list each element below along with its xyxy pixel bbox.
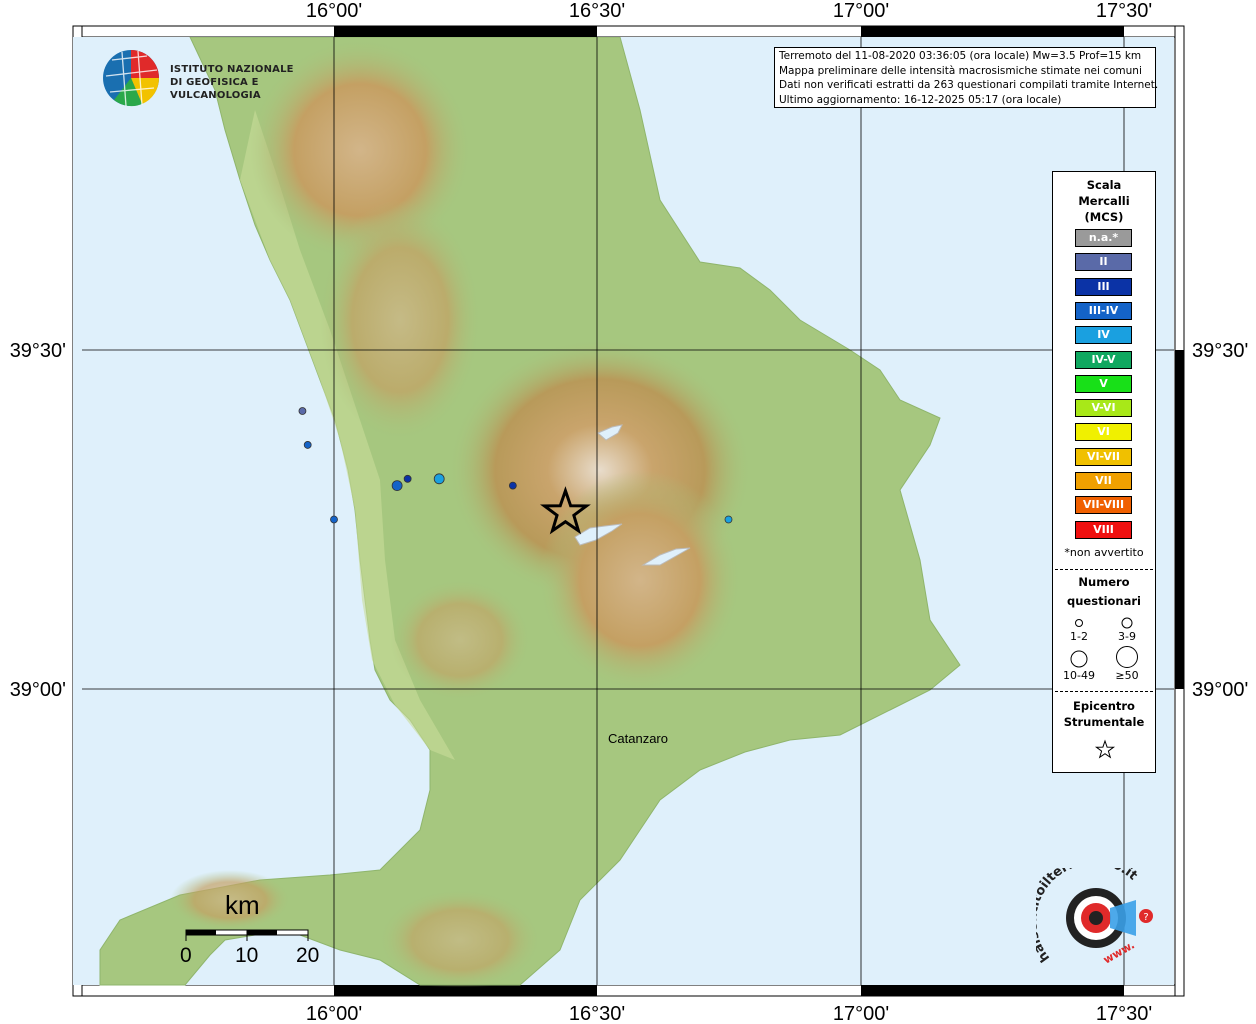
star-icon	[1094, 739, 1116, 759]
size-label-1: 1-2	[1070, 630, 1088, 643]
event-line-1: Terremoto del 11-08-2020 03:36:05 (ora l…	[779, 50, 1142, 62]
intensity-point	[391, 480, 403, 492]
legend-panel: Scala Mercalli (MCS) n.a.* II III III-IV IV I…	[1052, 171, 1156, 773]
globe-icon	[103, 50, 160, 107]
epicentre-title-2: Strumentale	[1063, 715, 1145, 729]
ingv-logo: ISTITUTO NAZIONALE DI GEOFISICA E VULCAN…	[102, 48, 332, 108]
intensity-point	[298, 407, 307, 415]
scale-label-0: 0	[180, 944, 192, 967]
intensity-point	[433, 473, 445, 485]
size-label-4: ≥50	[1115, 669, 1139, 682]
tick-bottom-2: 16°30'	[569, 1003, 625, 1024]
tick-top-3: 17°00'	[833, 0, 889, 22]
legend-item-iii-iv: III-IV	[1075, 301, 1132, 320]
event-info-box: Terremoto del 11-08-2020 03:36:05 (ora l…	[774, 47, 1159, 108]
tick-bottom-3: 17°00'	[833, 1003, 889, 1024]
city-label-catanzaro: Catanzaro	[608, 731, 668, 746]
scale-unit: km	[225, 890, 260, 920]
legend-title-3: (MCS)	[1084, 210, 1124, 224]
legend-title-2: Mercalli	[1078, 194, 1130, 208]
legend-item-iv: IV	[1075, 326, 1132, 345]
tick-right-1: 39°30'	[1192, 340, 1248, 362]
intensity-point	[403, 474, 412, 483]
tick-right-2: 39°00'	[1192, 679, 1248, 701]
tick-bottom-1: 16°00'	[306, 1003, 362, 1024]
questionari-title-1: Numero	[1078, 575, 1130, 589]
legend-item-vii: VII	[1075, 472, 1132, 490]
legend-item-v-vi: V-VI	[1075, 399, 1132, 418]
scale-label-10: 10	[235, 944, 259, 967]
intensity-point	[724, 515, 733, 524]
legend-item-vii-viii: VII-VIII	[1075, 496, 1132, 515]
size-label-2: 3-9	[1118, 630, 1136, 643]
legend-item-viii: VIII	[1075, 520, 1132, 539]
legend-item-v: V	[1075, 374, 1132, 393]
tick-top-4: 17°30'	[1096, 0, 1152, 22]
intensity-point	[330, 515, 338, 524]
epicentre-title-1: Epicentro	[1073, 699, 1135, 713]
legend-item-ii: II	[1075, 253, 1132, 272]
legend-item-iii: III	[1075, 277, 1132, 296]
tick-left-1: 39°30'	[10, 340, 66, 362]
legend-note: *non avvertito	[1064, 546, 1144, 559]
legend-title-1: Scala	[1086, 178, 1122, 192]
scale-label-20: 20	[296, 944, 320, 967]
event-line-2: Mappa preliminare delle intensità macros…	[779, 64, 1142, 77]
event-line-4: Ultimo aggiornamento: 16-12-2025 05:17 (…	[779, 93, 1062, 106]
svg-text:?: ?	[1143, 912, 1148, 923]
haisentito-badge: ? haisentitoilterremoto.it www.	[1025, 853, 1156, 978]
legend-item-iv-v: IV-V	[1075, 350, 1132, 369]
tick-top-1: 16°00'	[306, 0, 362, 22]
legend-item-vi: VI	[1075, 423, 1132, 442]
logo-line-1: ISTITUTO NAZIONALE	[170, 64, 294, 75]
size-label-3: 10-49	[1063, 669, 1095, 682]
tick-top-2: 16°30'	[569, 0, 625, 22]
intensity-point	[508, 481, 517, 490]
logo-line-2: DI GEOFISICA E VULCANOLOGIA	[170, 77, 261, 101]
legend-item-vi-vii: VI-VII	[1075, 447, 1132, 466]
tick-bottom-4: 17°30'	[1096, 1003, 1152, 1024]
legend-item-n-a-: n.a.*	[1075, 229, 1132, 247]
questionari-title-2: questionari	[1067, 594, 1141, 608]
tick-left-2: 39°00'	[10, 679, 66, 701]
intensity-point	[303, 441, 312, 449]
event-line-3: Dati non verificati estratti da 263 ques…	[779, 79, 1159, 91]
